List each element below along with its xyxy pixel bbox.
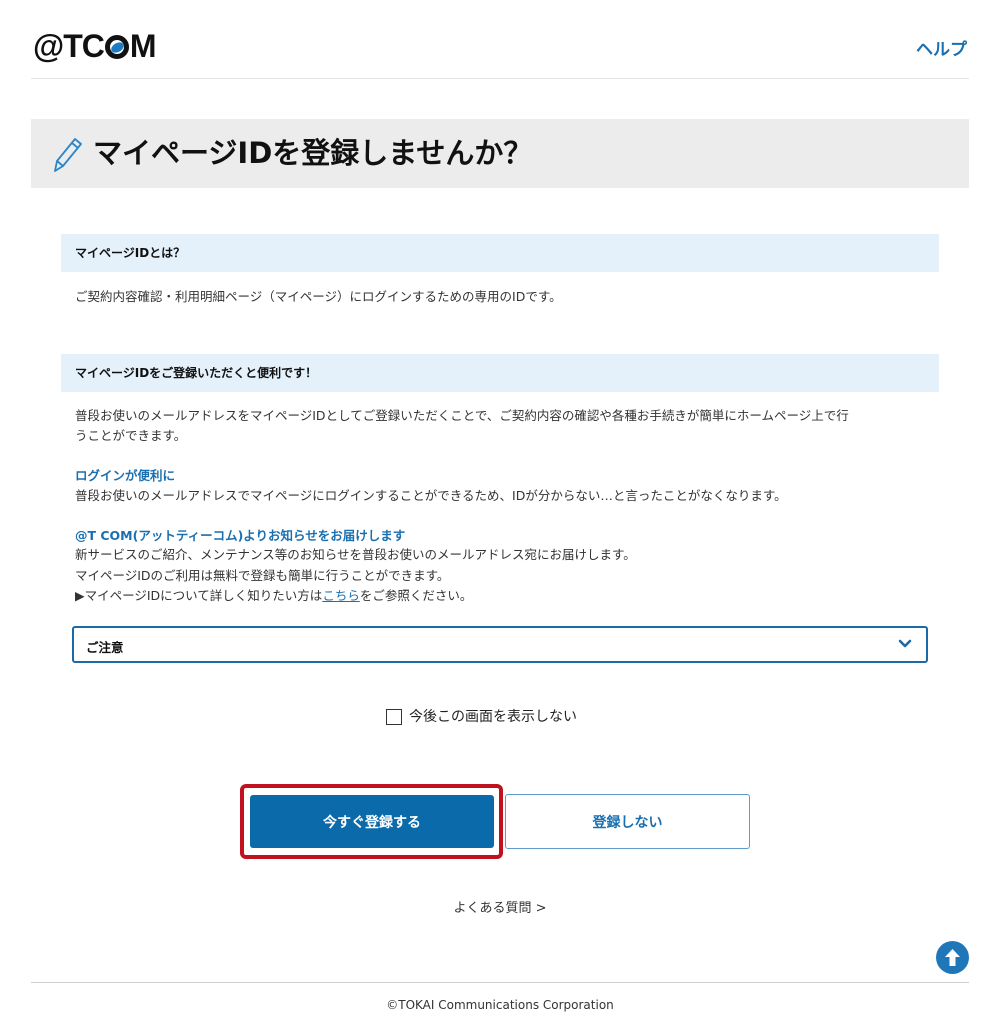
logo-globe-icon: [104, 35, 129, 59]
notice-benefit-title: @T COM(アットティーコム)よりお知らせをお届けします: [75, 528, 406, 543]
page-title: マイページIDを登録しませんか？: [93, 136, 533, 170]
notice-line3: ▶マイページIDについて詳しく知りたい方はこちらをご参照ください。: [75, 586, 925, 606]
register-now-button[interactable]: 今すぐ登録する: [250, 795, 494, 848]
dont-show-again-checkbox[interactable]: [386, 709, 402, 725]
logo-text-part1: @T: [33, 28, 83, 64]
tcom-logo[interactable]: @TC M: [33, 26, 157, 66]
details-link[interactable]: こちら: [322, 588, 360, 603]
pencil-icon: [54, 138, 82, 172]
back-to-top-button[interactable]: [936, 941, 969, 974]
benefits-intro-line1: 普段お使いのメールアドレスをマイページIDとしてご登録いただくことで、ご契約内容…: [75, 408, 849, 423]
help-link[interactable]: ヘルプ: [916, 35, 967, 60]
chevron-down-icon: [898, 639, 912, 648]
caution-accordion[interactable]: ご注意: [72, 626, 928, 663]
notice-line3-suffix: をご参照ください。: [359, 588, 473, 603]
section-body-what-is: ご契約内容確認・利用明細ページ（マイページ）にログインするための専用のIDです。: [75, 289, 562, 304]
logo-text-part3: M: [129, 28, 157, 64]
notice-line3-prefix: ▶マイページIDについて詳しく知りたい方は: [75, 588, 323, 603]
login-benefit-title: ログインが便利に: [75, 468, 176, 483]
copyright-text: ©TOKAI Communications Corporation: [386, 998, 614, 1012]
login-benefit-body: 普段お使いのメールアドレスでマイページにログインすることができるため、IDが分か…: [75, 488, 787, 503]
arrow-up-icon: [945, 949, 960, 966]
dont-show-again-label[interactable]: 今後この画面を表示しない: [409, 707, 577, 727]
site-header: @TC M ヘルプ: [31, 0, 969, 79]
logo-text-part2: C: [81, 28, 105, 64]
title-band: マイページIDを登録しませんか？: [31, 119, 969, 188]
section-heading-what-is: マイページIDとは？: [61, 234, 939, 272]
faq-link[interactable]: よくある質問 >: [0, 897, 1000, 916]
footer-divider: [31, 982, 969, 983]
caution-label: ご注意: [86, 640, 124, 655]
notice-line2: マイページIDのご利用は無料で登録も簡単に行うことができます。: [75, 568, 450, 583]
dont-register-button[interactable]: 登録しない: [505, 794, 750, 849]
benefits-intro-line2: うことができます。: [75, 428, 187, 443]
section-heading-benefits: マイページIDをご登録いただくと便利です！: [61, 354, 939, 392]
notice-line1: 新サービスのご紹介、メンテナンス等のお知らせを普段お使いのメールアドレス宛にお届…: [75, 547, 636, 562]
